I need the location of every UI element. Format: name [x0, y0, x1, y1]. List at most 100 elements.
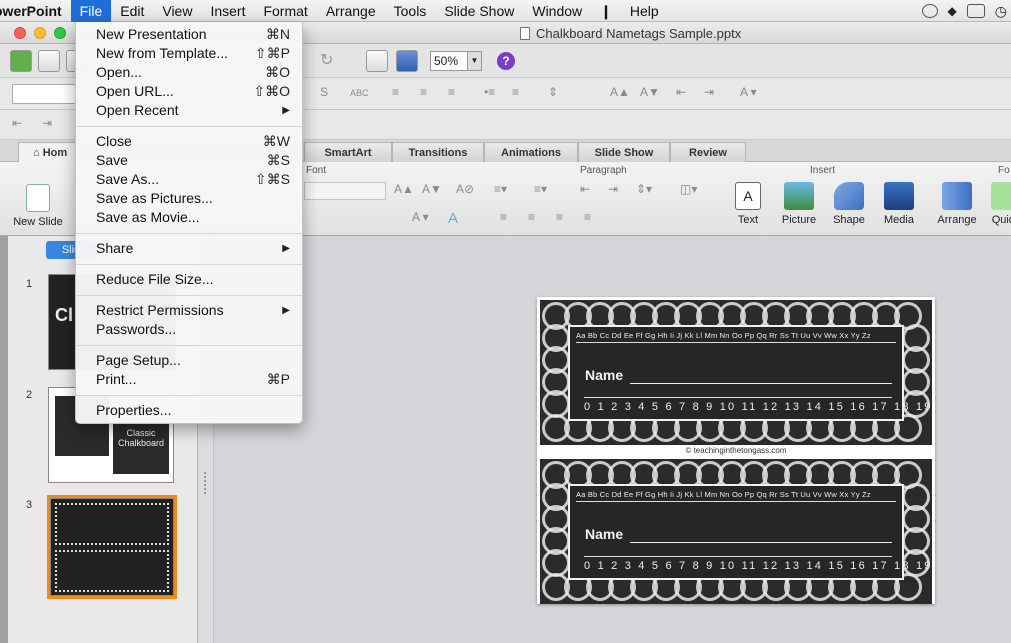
close-window-button[interactable]	[14, 27, 26, 39]
slide-thumbnail-3[interactable]	[47, 495, 177, 599]
para-justify-icon[interactable]: ≡	[584, 210, 591, 224]
slide-number: 3	[26, 499, 33, 511]
indent-icon[interactable]: ⇥	[42, 116, 52, 130]
redo-icon[interactable]: ↻	[320, 50, 342, 72]
menu-item-page-setup[interactable]: Page Setup...	[76, 351, 302, 370]
help-button[interactable]: ?	[497, 52, 515, 70]
font-name-select[interactable]	[304, 182, 386, 200]
para-numbers-icon[interactable]: ≡▾	[534, 182, 547, 196]
font-name-field[interactable]	[12, 84, 78, 104]
menu-item-properties[interactable]: Properties...	[76, 401, 302, 420]
menu-item-open[interactable]: Open... ⌘O	[76, 63, 302, 82]
quick-styles-button[interactable]: Quic	[988, 182, 1011, 226]
app-menu[interactable]: owerPoint	[0, 0, 71, 22]
template-gallery-icon[interactable]	[38, 50, 60, 72]
para-indent-icon[interactable]: ⇥	[608, 182, 618, 196]
clear-format-icon[interactable]: A⊘	[456, 182, 474, 196]
para-align-left-icon[interactable]: ≡	[500, 210, 507, 224]
para-align-center-icon[interactable]: ≡	[528, 210, 535, 224]
minimize-window-button[interactable]	[34, 27, 46, 39]
menu-item-reduce-file-size[interactable]: Reduce File Size...	[76, 270, 302, 289]
alphabet-strip: Aa Bb Cc Dd Ee Ff Gg Hh Ii Jj Kk Ll Mm N…	[576, 490, 896, 502]
menu-item-new-from-template[interactable]: New from Template... ⇧⌘P	[76, 44, 302, 63]
insert-shape-button[interactable]: Shape	[826, 182, 872, 226]
menu-help[interactable]: Help	[621, 0, 668, 22]
insert-picture-button[interactable]: Picture	[776, 182, 822, 226]
strikethrough-icon[interactable]: S	[320, 85, 328, 99]
menu-item-passwords[interactable]: Passwords...	[76, 320, 302, 339]
slide[interactable]: Aa Bb Cc Dd Ee Ff Gg Hh Ii Jj Kk Ll Mm N…	[537, 297, 935, 604]
menu-item-restrict-permissions[interactable]: Restrict Permissions ▶	[76, 301, 302, 320]
insert-media-button[interactable]: Media	[876, 182, 922, 226]
shortcut: ⌘N	[265, 26, 290, 42]
tab-review[interactable]: Review	[670, 142, 746, 162]
menu-item-save-as[interactable]: Save As... ⇧⌘S	[76, 170, 302, 189]
presenter-icon[interactable]	[396, 50, 418, 72]
font-grow-icon[interactable]: A▲	[394, 182, 414, 196]
menu-view[interactable]: View	[153, 0, 201, 22]
tab-smartart[interactable]: SmartArt	[304, 142, 392, 162]
zoom-window-button[interactable]	[54, 27, 66, 39]
arrange-button[interactable]: Arrange	[932, 182, 982, 226]
group-label-font: Font	[306, 165, 327, 176]
slide-sorter-icon[interactable]	[366, 50, 388, 72]
menu-item-open-url[interactable]: Open URL... ⇧⌘O	[76, 82, 302, 101]
shape-icon	[834, 182, 864, 210]
airplay-icon[interactable]	[966, 4, 985, 18]
align-left-icon[interactable]: ≡	[392, 85, 399, 99]
para-outdent-icon[interactable]: ⇤	[580, 182, 590, 196]
tab-slide-show[interactable]: Slide Show	[578, 142, 670, 162]
menu-item-save[interactable]: Save ⌘S	[76, 151, 302, 170]
increase-font-icon[interactable]: A▲	[610, 85, 630, 99]
menu-item-open-recent[interactable]: Open Recent ▶	[76, 101, 302, 120]
creative-cloud-icon[interactable]	[921, 4, 938, 18]
menu-edit[interactable]: Edit	[111, 0, 153, 22]
bullets-icon[interactable]: •≡	[484, 85, 495, 99]
menu-item-share[interactable]: Share ▶	[76, 239, 302, 258]
dropbox-icon[interactable]: ◆	[948, 4, 957, 18]
outdent-icon[interactable]: ⇤	[12, 116, 22, 130]
text-highlight-icon[interactable]: A	[448, 210, 458, 227]
menu-item-save-as-pictures[interactable]: Save as Pictures...	[76, 189, 302, 208]
increase-indent-icon[interactable]: ⇥	[704, 85, 714, 99]
text-effects-icon[interactable]: A ▾	[412, 210, 429, 224]
time-machine-icon[interactable]: ◷	[995, 3, 1007, 20]
para-align-right-icon[interactable]: ≡	[556, 210, 563, 224]
numbering-icon[interactable]: ≡	[512, 85, 519, 99]
small-caps-icon[interactable]: ABC	[350, 88, 369, 98]
scallop-border-icon	[542, 390, 570, 418]
shortcut: ⌘S	[266, 152, 290, 168]
new-slide-button[interactable]: New Slide	[10, 184, 66, 228]
tab-home[interactable]: ⌂ Hom	[18, 142, 78, 162]
new-presentation-icon[interactable]	[10, 50, 32, 72]
zoom-select[interactable]: 50% ▼	[430, 51, 482, 71]
tab-transitions[interactable]: Transitions	[392, 142, 484, 162]
menu-format[interactable]: Format	[254, 0, 316, 22]
menu-tools[interactable]: Tools	[385, 0, 436, 22]
columns-icon[interactable]: ◫▾	[680, 182, 697, 196]
menu-separator	[76, 395, 302, 396]
menu-item-new-presentation[interactable]: New Presentation ⌘N	[76, 25, 302, 44]
line-spacing-icon[interactable]: ⇕▾	[636, 182, 652, 196]
text-direction-icon[interactable]: ⇕	[548, 85, 558, 99]
decrease-indent-icon[interactable]: ⇤	[676, 85, 686, 99]
menu-window[interactable]: Window	[523, 0, 591, 22]
menu-item-print[interactable]: Print... ⌘P	[76, 370, 302, 389]
menu-item-save-as-movie[interactable]: Save as Movie...	[76, 208, 302, 227]
align-center-icon[interactable]: ≡	[420, 85, 427, 99]
nametag-frame: Aa Bb Cc Dd Ee Ff Gg Hh Ii Jj Kk Ll Mm N…	[568, 484, 932, 580]
decrease-font-icon[interactable]: A▼	[640, 85, 660, 99]
menu-arrange[interactable]: Arrange	[317, 0, 385, 22]
insert-text-button[interactable]: A Text	[726, 182, 770, 226]
tab-animations[interactable]: Animations	[484, 142, 578, 162]
align-right-icon[interactable]: ≡	[448, 85, 455, 99]
menu-slide-show[interactable]: Slide Show	[435, 0, 523, 22]
name-line	[630, 542, 892, 543]
menu-file[interactable]: File	[70, 0, 112, 22]
font-shrink-icon[interactable]: A▼	[422, 182, 442, 196]
script-icon[interactable]: ❙	[591, 0, 621, 22]
para-bullets-icon[interactable]: ≡▾	[494, 182, 507, 196]
menu-item-close[interactable]: Close ⌘W	[76, 132, 302, 151]
menu-insert[interactable]: Insert	[201, 0, 254, 22]
font-color-icon[interactable]: A ▾	[740, 85, 757, 99]
